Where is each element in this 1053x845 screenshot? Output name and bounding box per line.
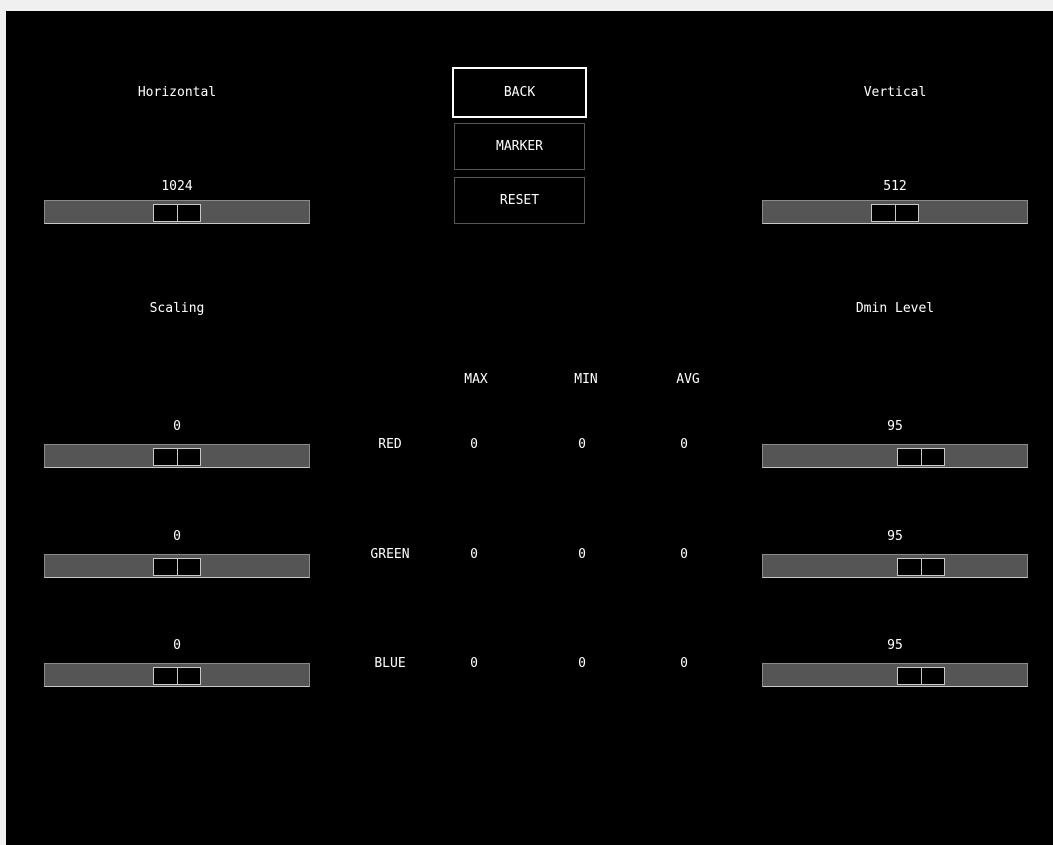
row-label-green: GREEN [370,547,410,562]
dmin-blue-value: 95 [887,638,903,653]
scaling-red-slider-thumb[interactable] [153,448,201,466]
dmin-blue-slider-thumb[interactable] [897,667,946,685]
red-max-value: 0 [470,437,478,452]
stat-header-avg: AVG [676,372,700,387]
green-avg-value: 0 [680,547,688,562]
dmin-red-slider[interactable] [762,444,1028,468]
scaling-green-slider[interactable] [44,554,310,578]
reset-button[interactable]: RESET [454,177,585,224]
scaling-red-value: 0 [173,419,181,434]
stat-header-min: MIN [574,372,598,387]
scaling-blue-slider[interactable] [44,663,310,687]
dmin-blue-slider[interactable] [762,663,1028,687]
scaling-red-slider[interactable] [44,444,310,468]
blue-max-value: 0 [470,656,478,671]
green-min-value: 0 [578,547,586,562]
red-avg-value: 0 [680,437,688,452]
scaling-green-value: 0 [173,529,181,544]
stat-header-max: MAX [464,372,488,387]
vertical-title: Vertical [863,85,927,100]
scaling-blue-slider-thumb[interactable] [153,667,201,685]
dmin-green-slider[interactable] [762,554,1028,578]
horizontal-slider[interactable] [44,200,310,224]
dmin-level-title: Dmin Level [855,301,935,316]
scaling-blue-value: 0 [173,638,181,653]
blue-avg-value: 0 [680,656,688,671]
blue-min-value: 0 [578,656,586,671]
dmin-green-value: 95 [887,529,903,544]
dmin-red-slider-thumb[interactable] [897,448,946,466]
back-button[interactable]: BACK [452,67,587,118]
vertical-slider[interactable] [762,200,1028,224]
scaling-green-slider-thumb[interactable] [153,558,201,576]
scaling-title: Scaling [149,301,205,316]
green-max-value: 0 [470,547,478,562]
horizontal-value: 1024 [161,179,193,194]
row-label-red: RED [378,437,402,452]
marker-button[interactable]: MARKER [454,123,585,170]
dmin-red-value: 95 [887,419,903,434]
dmin-green-slider-thumb[interactable] [897,558,946,576]
red-min-value: 0 [578,437,586,452]
display-screen: BACK MARKER RESET Horizontal 1024 Vertic… [6,11,1053,845]
horizontal-slider-thumb[interactable] [153,204,201,222]
vertical-slider-thumb[interactable] [871,204,919,222]
row-label-blue: BLUE [374,656,406,671]
horizontal-title: Horizontal [137,85,217,100]
vertical-value: 512 [883,179,907,194]
